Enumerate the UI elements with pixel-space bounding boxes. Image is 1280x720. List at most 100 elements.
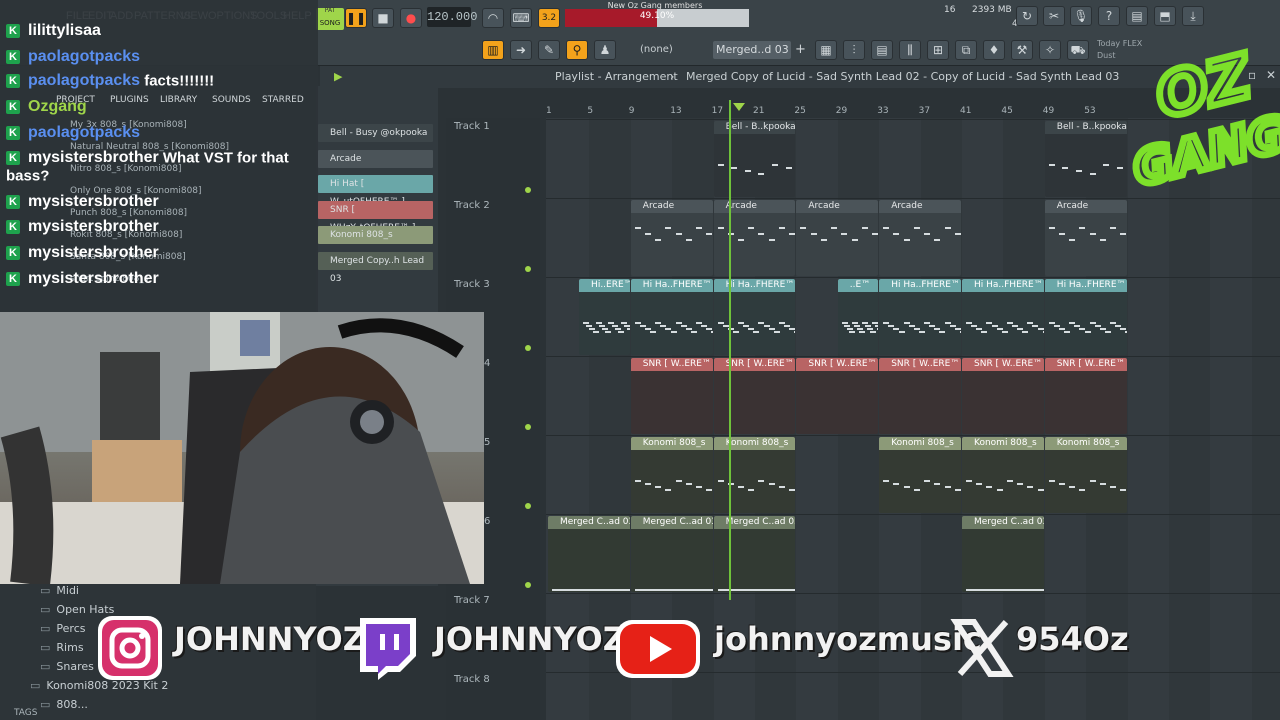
tune-icon[interactable]: ⚒ (1011, 40, 1033, 60)
tab-plugins[interactable]: PLUGINS (110, 95, 149, 105)
clip-hihat[interactable]: Hi Ha..FHERE™ (879, 279, 961, 355)
pattern-selector[interactable]: Merged..d 03 (713, 41, 791, 59)
clip-snr[interactable]: SNR [ W..ERE™ (630, 358, 713, 434)
playhead[interactable] (729, 100, 732, 600)
plugin-icon[interactable]: ⧉ (955, 40, 977, 60)
add-pattern-icon[interactable]: + (795, 42, 806, 57)
clip-konomi[interactable]: Konomi 808_s (630, 437, 713, 513)
metronome-icon[interactable]: ◠ (482, 8, 504, 28)
ruler-mark[interactable]: 13 (670, 106, 681, 116)
tab-starred[interactable]: STARRED (262, 95, 304, 105)
clip-hihat[interactable]: Hi Ha..FHERE™ (1044, 279, 1127, 355)
stop-button[interactable]: ■ (372, 8, 394, 28)
clip-merged[interactable]: Merged C..ad 03 (713, 516, 796, 592)
clip-konomi[interactable]: Konomi 808_s (962, 437, 1044, 513)
clip-arcade[interactable]: Arcade (796, 200, 879, 276)
tab-sounds[interactable]: SOUNDS (212, 95, 251, 105)
typing-keyboard-icon[interactable]: ⌨ (510, 8, 532, 28)
clip-snr[interactable]: SNR [ W..ERE™ (796, 358, 879, 434)
track-mute-icon[interactable] (525, 582, 531, 588)
channel-item[interactable]: Merged Copy..h Lead 03 (318, 251, 433, 284)
pin-icon[interactable]: ♦ (983, 40, 1005, 60)
clip-merged[interactable]: Merged C..ad 03 (962, 516, 1044, 592)
render-icon[interactable]: ⬒ (1154, 6, 1176, 26)
tab-library[interactable]: LIBRARY (160, 95, 197, 105)
cart-icon[interactable]: ⛟ (1067, 40, 1089, 60)
social-handle[interactable]: JOHNNYOZ (174, 620, 366, 658)
social-handle[interactable]: JOHNNYOZ (434, 620, 626, 658)
browser-folder[interactable]: ▭ Midi (40, 584, 79, 597)
track-mute-icon[interactable] (525, 503, 531, 509)
ruler-mark[interactable]: 25 (794, 106, 805, 116)
playlist-play-icon[interactable]: ▶ (334, 70, 342, 83)
social-handle[interactable]: johnnyozmusic (714, 620, 982, 658)
twitch-icon[interactable] (352, 614, 420, 682)
draw-tool-icon[interactable]: ✎ (538, 40, 560, 60)
channel-rack-icon[interactable]: ⫶ (843, 40, 865, 60)
snap-magnet-icon[interactable]: ⚲ (566, 40, 588, 60)
record-button[interactable]: ● (400, 8, 422, 28)
microphone-icon[interactable]: 🎙 (1070, 6, 1092, 26)
mixer-icon[interactable]: ▦ (815, 40, 837, 60)
instagram-icon[interactable] (96, 614, 164, 682)
ruler-mark[interactable]: 33 (877, 106, 888, 116)
track-header[interactable]: 6 (484, 516, 490, 527)
youtube-icon[interactable] (614, 614, 704, 682)
play-button[interactable]: ❚❚ (345, 8, 367, 28)
tempo-display[interactable]: 120.000 (427, 7, 477, 27)
ruler-mark[interactable]: 21 (753, 106, 764, 116)
x-icon[interactable] (948, 614, 1016, 682)
channel-item[interactable]: Hi Hat [ W..utOFHERE™ ] (318, 175, 433, 207)
track-header[interactable]: 5 (484, 437, 490, 448)
browser-folder[interactable]: ▭ Rims (40, 641, 84, 654)
stamp-icon[interactable]: ♟ (594, 40, 616, 60)
ruler-mark[interactable]: 5 (587, 106, 593, 116)
clip-arcade[interactable]: Arcade (879, 200, 961, 276)
browser-folder[interactable]: ▭ Percs (40, 622, 85, 635)
track-header[interactable]: 4 (484, 358, 490, 369)
track-header[interactable]: Track 2 (454, 200, 490, 211)
wand-icon[interactable]: ✧ (1039, 40, 1061, 60)
playhead-marker-icon[interactable] (733, 103, 745, 111)
clip-merged[interactable]: Merged C..ad 03 (548, 516, 630, 592)
clip-arcade[interactable]: Arcade (1044, 200, 1127, 276)
clip-snr[interactable]: SNR [ W..ERE™ (962, 358, 1044, 434)
ruler-mark[interactable]: 9 (629, 106, 635, 116)
snap-selector[interactable]: (none) (640, 44, 673, 55)
ruler-mark[interactable]: 37 (919, 106, 930, 116)
social-handle[interactable]: 954Oz (1016, 620, 1129, 658)
clip-hihat[interactable]: Hi Ha..FHERE™ (630, 279, 713, 355)
track-header[interactable]: Track 7 (454, 595, 490, 606)
browser-folder[interactable]: ▭ Snares (40, 660, 94, 673)
clip-arcade[interactable]: Arcade (713, 200, 796, 276)
channel-item[interactable]: Bell - Busy @okpooka (318, 124, 433, 142)
channel-item[interactable]: Arcade (318, 149, 433, 168)
clip-konomi[interactable]: Konomi 808_s (713, 437, 796, 513)
piano-roll-icon[interactable]: ▤ (871, 40, 893, 60)
clip-bell[interactable]: Bell - B..kpooka (713, 121, 796, 197)
help-icon[interactable]: ? (1098, 6, 1120, 26)
browser-icon[interactable]: ⊞ (927, 40, 949, 60)
ruler-mark[interactable]: 45 (1001, 106, 1012, 116)
ruler-mark[interactable]: 49 (1043, 106, 1054, 116)
channel-item[interactable]: Konomi 808_s (318, 226, 433, 244)
clip-arcade[interactable]: Arcade (630, 200, 713, 276)
clip-snr[interactable]: SNR [ W..ERE™ (713, 358, 796, 434)
clip-hihat[interactable]: Hi Ha..FHERE™ (713, 279, 796, 355)
ruler-mark[interactable]: 41 (960, 106, 971, 116)
playlist-icon[interactable]: ▥ (482, 40, 504, 60)
track-mute-icon[interactable] (525, 187, 531, 193)
cut-tools-icon[interactable]: ✂ (1043, 6, 1065, 26)
track-header[interactable]: Track 8 (454, 674, 490, 685)
track-mute-icon[interactable] (525, 266, 531, 272)
clip-konomi[interactable]: Konomi 808_s (879, 437, 961, 513)
sliders-icon[interactable]: ⫼ (899, 40, 921, 60)
clip-konomi[interactable]: Konomi 808_s (1044, 437, 1127, 513)
track-mute-icon[interactable] (525, 345, 531, 351)
clip-snr[interactable]: SNR [ W..ERE™ (879, 358, 961, 434)
track-mute-icon[interactable] (525, 424, 531, 430)
ruler-mark[interactable]: 17 (712, 106, 723, 116)
clip-hihat[interactable]: ..E™ (837, 279, 879, 355)
clip-snr[interactable]: SNR [ W..ERE™ (1044, 358, 1127, 434)
clip-hihat[interactable]: Hi Ha..FHERE™ (962, 279, 1044, 355)
